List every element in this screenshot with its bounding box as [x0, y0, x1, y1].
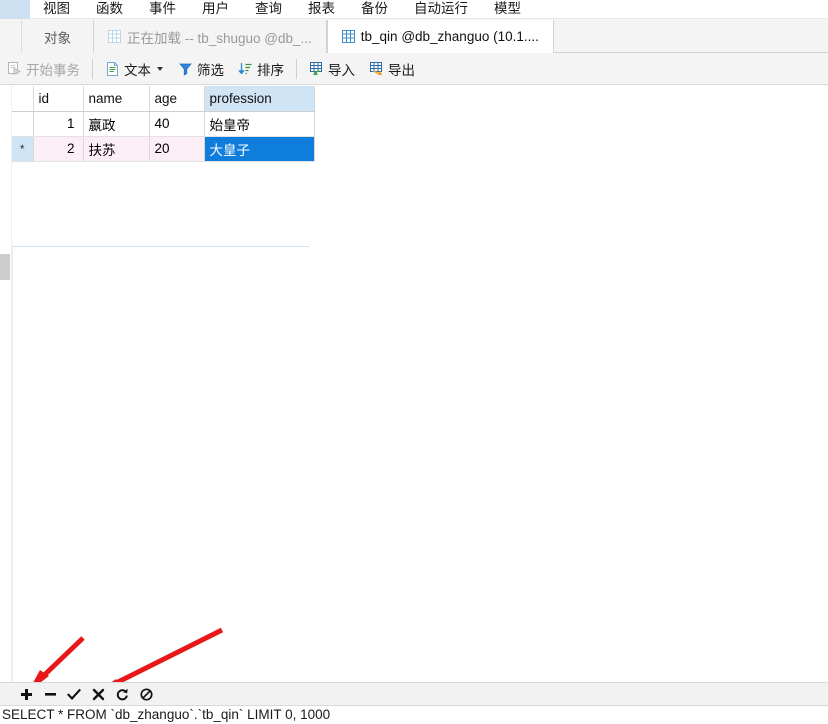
stop-button[interactable]: [134, 684, 158, 704]
table-header-row: id name age profession: [12, 86, 315, 112]
toolbar-separator: [92, 58, 93, 79]
column-header-profession[interactable]: profession: [204, 86, 315, 112]
data-grid-table: id name age profession 1 嬴政 40 始皇帝 * 2 扶…: [12, 86, 315, 162]
menu-item-label: 函数: [96, 1, 123, 16]
tab-label: tb_qin @db_zhanguo (10.1....: [360, 29, 539, 44]
import-label: 导入: [328, 62, 355, 78]
delete-record-button[interactable]: [38, 684, 62, 704]
cell-profession[interactable]: 始皇帝: [204, 111, 315, 137]
menu-item-label: 视图: [43, 1, 70, 16]
apply-changes-button[interactable]: [62, 684, 86, 704]
cell-profession-selected[interactable]: 大皇子: [204, 136, 315, 162]
text-document-icon: [107, 62, 118, 76]
menu-item-label: 报表: [308, 1, 335, 16]
sort-label: 排序: [257, 62, 284, 78]
text-view-label: 文本: [124, 62, 151, 78]
prohibit-icon: [139, 687, 153, 701]
column-header-name[interactable]: name: [83, 86, 150, 112]
grid-canvas-divider: [12, 247, 13, 686]
cancel-changes-button[interactable]: [86, 684, 110, 704]
tab-label: 正在加载 -- tb_shuguo @db_...: [127, 30, 312, 46]
data-grid-area: id name age profession 1 嬴政 40 始皇帝 * 2 扶…: [0, 86, 828, 686]
add-record-button[interactable]: [14, 684, 38, 704]
grid-toolbar: 开始事务 文本 筛选 排序 导入 导出: [0, 53, 828, 85]
sort-button[interactable]: 排序: [231, 57, 291, 81]
menu-item-events[interactable]: 事件: [136, 0, 189, 19]
active-column-underline: [12, 246, 309, 247]
text-view-button[interactable]: 文本: [98, 57, 171, 81]
menu-bar: 表 视图 函数 事件 用户 查询 报表 备份 自动运行 模型: [0, 0, 828, 19]
sql-statement-text: SELECT * FROM `db_zhanguo`.`tb_qin` LIMI…: [2, 707, 331, 722]
column-header-age[interactable]: age: [149, 86, 205, 112]
export-label: 导出: [388, 62, 415, 78]
cell-id[interactable]: 1: [33, 111, 84, 137]
menu-item-label: 查询: [255, 1, 282, 16]
menu-item-label: 用户: [202, 1, 229, 16]
status-bar: SELECT * FROM `db_zhanguo`.`tb_qin` LIMI…: [0, 706, 828, 724]
grid-left-gutter: [0, 86, 12, 686]
chevron-down-icon[interactable]: [157, 66, 163, 71]
menu-item-functions[interactable]: 函数: [83, 0, 136, 19]
table-row[interactable]: 1 嬴政 40 始皇帝: [12, 111, 315, 137]
menu-item-label: 事件: [149, 1, 176, 16]
export-button[interactable]: 导出: [362, 57, 422, 81]
table-row[interactable]: * 2 扶苏 20 大皇子: [12, 136, 315, 162]
menu-item-automation[interactable]: 自动运行: [401, 0, 481, 19]
row-marker-edited[interactable]: *: [12, 136, 34, 162]
row-marker-header: [12, 86, 34, 112]
tab-tb-qin[interactable]: tb_qin @db_zhanguo (10.1....: [326, 20, 554, 53]
column-header-id[interactable]: id: [33, 86, 84, 112]
tab-loading-tb-shuguo[interactable]: 正在加载 -- tb_shuguo @db_...: [94, 20, 327, 53]
refresh-icon: [116, 688, 128, 700]
transaction-icon: [8, 62, 21, 76]
table-grid-icon: [341, 30, 355, 43]
menu-item-views[interactable]: 视图: [30, 0, 83, 19]
row-marker[interactable]: [12, 111, 34, 137]
cell-name[interactable]: 扶苏: [83, 136, 150, 162]
toolbar-separator: [296, 58, 297, 79]
refresh-button[interactable]: [110, 684, 134, 704]
import-button[interactable]: 导入: [302, 57, 362, 81]
filter-button[interactable]: 筛选: [171, 57, 231, 81]
tab-bar-empty-space: [553, 19, 828, 53]
tab-label: 对象: [44, 30, 71, 46]
vertical-scrollbar-thumb[interactable]: [0, 254, 10, 280]
menu-item-label: 备份: [361, 1, 388, 16]
table-grid-icon: [108, 30, 121, 43]
menu-item-label: 模型: [494, 1, 521, 16]
import-icon: [310, 62, 322, 76]
menu-item-backup[interactable]: 备份: [348, 0, 401, 19]
menu-item-users[interactable]: 用户: [189, 0, 242, 19]
cell-age[interactable]: 40: [149, 111, 205, 137]
cell-id[interactable]: 2: [33, 136, 84, 162]
export-icon: [370, 62, 383, 76]
plus-icon: [20, 688, 32, 700]
cross-icon: [92, 688, 104, 700]
minus-icon: [44, 692, 56, 696]
check-icon: [67, 688, 81, 700]
filter-label: 筛选: [197, 62, 224, 78]
menu-item-query[interactable]: 查询: [242, 0, 295, 19]
begin-transaction-label: 开始事务: [26, 62, 80, 78]
menu-item-tables[interactable]: 表: [0, 0, 30, 19]
cell-age[interactable]: 20: [149, 136, 205, 162]
begin-transaction-button[interactable]: 开始事务: [0, 57, 87, 81]
menu-item-model[interactable]: 模型: [481, 0, 534, 19]
tab-bar: 对象 正在加载 -- tb_shuguo @db_... tb_qin @db_…: [0, 19, 828, 53]
tab-bar-left-pad: [0, 20, 22, 53]
menu-item-label: 自动运行: [414, 1, 468, 16]
filter-funnel-icon: [179, 63, 192, 76]
tab-objects[interactable]: 对象: [22, 20, 94, 53]
sort-descending-icon: [238, 63, 252, 75]
cell-name[interactable]: 嬴政: [83, 111, 150, 137]
menu-item-reports[interactable]: 报表: [295, 0, 348, 19]
record-navigation-toolbar: [0, 682, 828, 706]
